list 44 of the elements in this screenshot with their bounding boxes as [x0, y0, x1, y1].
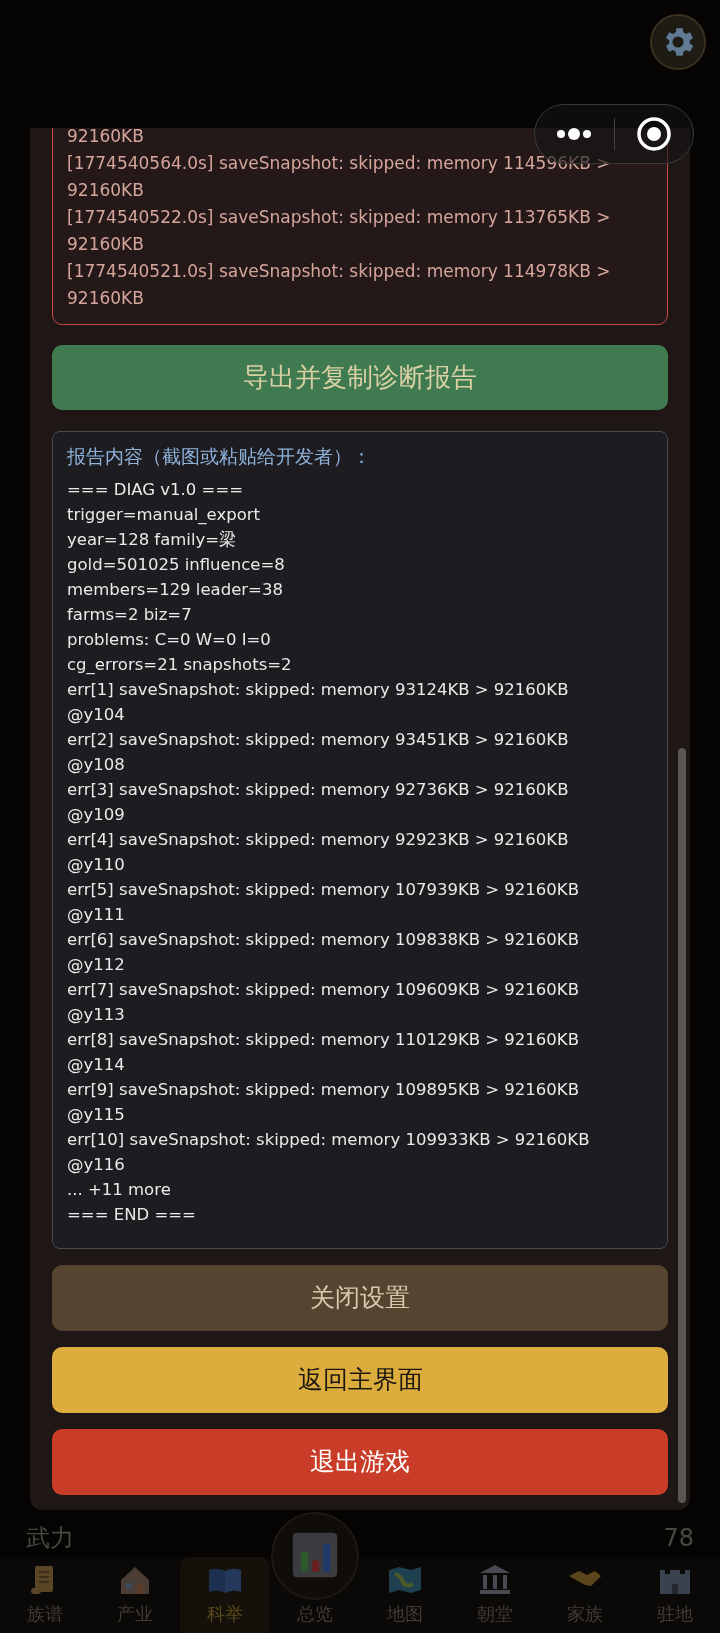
report-line: @y116 — [67, 1154, 126, 1176]
stat-value: 78 — [663, 1523, 694, 1554]
export-button[interactable]: 导出并复制诊断报告 — [52, 345, 668, 410]
report-line: @y115 — [67, 1104, 126, 1126]
report-line: ... +11 more — [67, 1179, 172, 1201]
exit-button[interactable]: 退出游戏 — [52, 1429, 668, 1495]
report-line: @y113 — [67, 1004, 126, 1026]
report-line: cg_errors=21 snapshots=2 — [67, 654, 293, 676]
report-line: err[5] saveSnapshot: skipped: memory 107939KB > 92160KB — [67, 879, 580, 901]
report-line: === DIAG v1.0 === — [67, 479, 245, 501]
report-line: @y111 — [67, 904, 126, 926]
close-target-icon[interactable] — [635, 116, 672, 152]
report-line: err[9] saveSnapshot: skipped: memory 109895KB > 92160KB — [67, 1079, 580, 1101]
report-line: problems: C=0 W=0 I=0 — [67, 629, 272, 651]
report-line: === END === — [67, 1204, 197, 1226]
log-line: [1774540522.0s] saveSnapshot: skipped: memory 113765KB > 92160KB — [67, 206, 612, 256]
report-line: @y109 — [67, 804, 126, 826]
report-line: err[7] saveSnapshot: skipped: memory 109609KB > 92160KB — [67, 979, 580, 1001]
stat-label: 武力 — [26, 1523, 74, 1554]
report-line: @y112 — [67, 954, 126, 976]
nav-tab[interactable]: 科举 — [180, 1557, 270, 1633]
report-line: @y110 — [67, 854, 126, 876]
report-line: gold=501025 influence=8 — [67, 554, 286, 576]
report-line: farms=2 biz=7 — [67, 604, 193, 626]
report-heading: 报告内容（截图或粘贴给开发者）： — [67, 444, 372, 469]
report-line: err[2] saveSnapshot: skipped: memory 93451KB > 92160KB — [67, 729, 570, 751]
home-button[interactable]: 返回主界面 — [52, 1347, 668, 1413]
report-line: @y114 — [67, 1054, 126, 1076]
chart-icon — [290, 1530, 340, 1580]
report-line: members=129 leader=38 — [67, 579, 284, 601]
report-line: err[6] saveSnapshot: skipped: memory 109838KB > 92160KB — [67, 929, 580, 951]
report-line: @y104 — [67, 704, 126, 726]
report-line: err[10] saveSnapshot: skipped: memory 109933KB > 92160KB — [67, 1129, 591, 1151]
close-settings-button[interactable]: 关闭设置 — [52, 1265, 668, 1331]
report-line: trigger=manual_export — [67, 504, 262, 526]
report-line: year=128 family=梁 — [67, 529, 238, 551]
report-line: err[3] saveSnapshot: skipped: memory 92736KB > 92160KB — [67, 779, 570, 801]
report-line: err[4] saveSnapshot: skipped: memory 92923KB > 92160KB — [67, 829, 570, 851]
log-line: [1774540521.0s] saveSnapshot: skipped: memory 114978KB > 92160KB — [67, 260, 612, 310]
report-line: err[8] saveSnapshot: skipped: memory 110129KB > 92160KB — [67, 1029, 580, 1051]
log-line: 92160KB — [67, 128, 144, 148]
report-line: @y108 — [67, 754, 126, 776]
report-line: err[1] saveSnapshot: skipped: memory 93124KB > 92160KB — [67, 679, 570, 701]
settings-button[interactable] — [650, 14, 706, 70]
